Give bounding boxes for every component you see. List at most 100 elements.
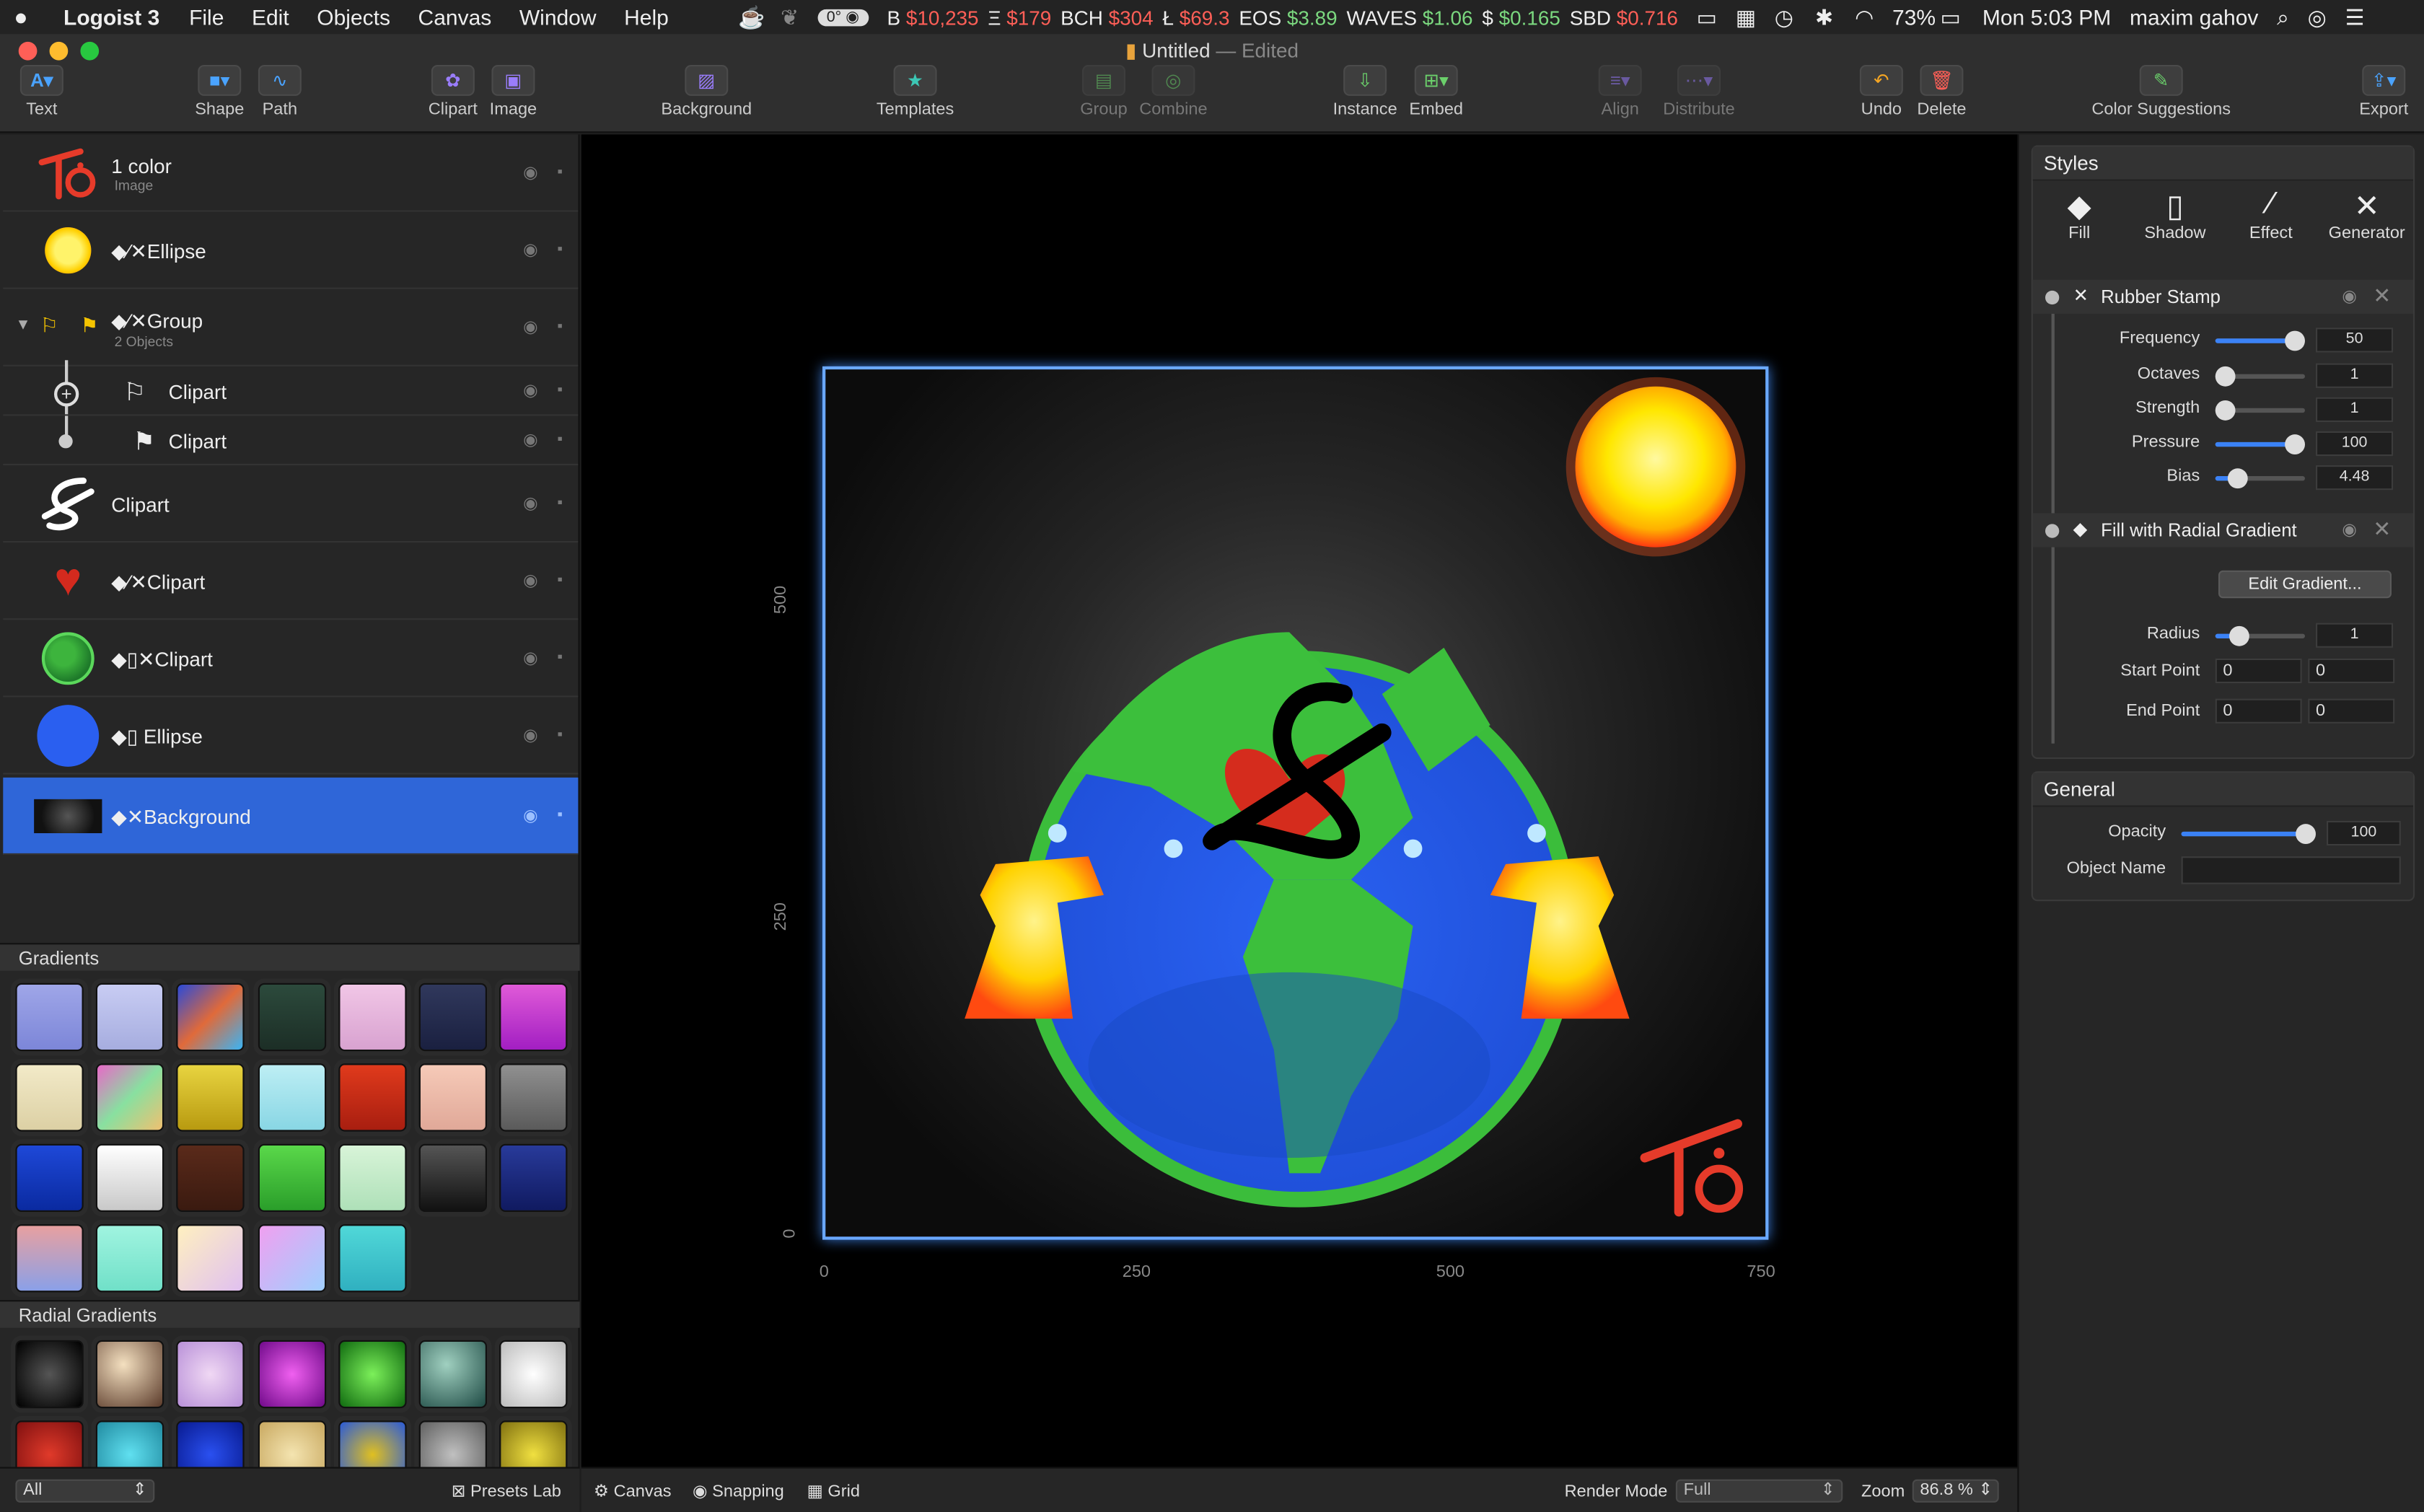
gradient-swatch[interactable] [96, 1224, 164, 1293]
slider-knob[interactable] [2285, 434, 2305, 454]
slider-knob[interactable] [2215, 400, 2236, 421]
eye-icon[interactable]: ◉ [523, 725, 538, 745]
eye-icon[interactable]: ◉ [523, 239, 538, 260]
battery-percent[interactable]: 73% [1892, 4, 1936, 29]
gradient-swatch[interactable] [15, 1224, 84, 1293]
crypto-tickers[interactable]: B $10,235 Ξ $179 BCH $304 Ł $69.3 EOS $3.89 W… [887, 6, 1687, 29]
shape-tool-button[interactable]: ■▾ Shape [188, 65, 250, 119]
notification-center-icon[interactable]: ☰ [2345, 4, 2365, 30]
radial-gradient-header[interactable]: ◆ Fill with Radial Gradient ◉ ✕ [2032, 513, 2413, 548]
spotlight-icon[interactable]: ⌕ [2277, 4, 2289, 30]
clipart-button[interactable]: ✿ Clipart [425, 65, 480, 119]
eye-icon[interactable]: ◉ [523, 493, 538, 514]
align-button[interactable]: ≡▾ Align [1589, 65, 1651, 119]
menu-canvas[interactable]: Canvas [404, 4, 505, 29]
start-point-y-field[interactable]: 0 [2308, 658, 2395, 684]
gradient-swatch[interactable] [177, 1143, 245, 1212]
gradient-swatch[interactable] [96, 1143, 164, 1212]
bias-slider[interactable] [2215, 468, 2305, 489]
layer-row-clipart-torch-2[interactable]: ⚑ Clipart ◉ ▪ [3, 416, 579, 465]
slider-knob[interactable] [2215, 366, 2236, 387]
layer-row-background[interactable]: ◆✕Background ◉ ▪ [3, 777, 579, 855]
layer-row-1-color[interactable]: 1 color Image ◉ ▪ [3, 134, 579, 212]
menu-window[interactable]: Window [506, 4, 610, 29]
gradient-swatch[interactable] [177, 983, 245, 1052]
tab-generator[interactable]: ✕ Generator [2320, 187, 2413, 243]
layer-row-ellipse-blue[interactable]: ◆▯ Ellipse ◉ ▪ [3, 697, 579, 775]
close-icon[interactable]: ✕ [2373, 283, 2391, 309]
gradient-swatch[interactable] [418, 983, 487, 1052]
gradient-swatch[interactable] [418, 1143, 487, 1212]
menu-objects[interactable]: Objects [303, 4, 404, 29]
gradient-swatch[interactable] [257, 1224, 326, 1293]
distribute-button[interactable]: ⋯▾ Distribute [1657, 65, 1741, 119]
octaves-field[interactable]: 1 [2316, 363, 2394, 388]
image-button[interactable]: ▣ Image [486, 65, 541, 119]
eye-icon[interactable]: ◉ [523, 648, 538, 668]
gradient-swatch[interactable] [96, 1063, 164, 1132]
undo-button[interactable]: ↶ Undo [1858, 65, 1905, 119]
leaf-icon[interactable]: ❦ [781, 4, 799, 30]
user-name[interactable]: maxim gahov [2130, 4, 2258, 29]
path-tool-button[interactable]: ∿ Path [257, 65, 303, 119]
lock-icon[interactable]: ▪ [557, 382, 563, 399]
gradient-swatch[interactable] [338, 1063, 407, 1132]
frequency-field[interactable]: 50 [2316, 328, 2394, 353]
eye-icon[interactable]: ◉ [2342, 286, 2357, 307]
gradient-swatch[interactable] [499, 1063, 568, 1132]
layer-row-clipart-heart[interactable]: ♥ ◆⁄✕Clipart ◉ ▪ [3, 542, 579, 620]
slider-knob[interactable] [2227, 468, 2248, 489]
embed-button[interactable]: ⊞▾ Embed [1404, 65, 1469, 119]
gradient-swatch[interactable] [15, 1063, 84, 1132]
strength-slider[interactable] [2215, 400, 2305, 421]
gradient-swatch[interactable] [418, 1063, 487, 1132]
eye-icon[interactable]: ◉ [2342, 519, 2357, 540]
render-mode-select[interactable]: Full ⇕ [1675, 1479, 1843, 1503]
tab-effect[interactable]: ⁄ Effect [2225, 187, 2318, 242]
zoom-stepper[interactable]: 86.8 % ⇕ [1912, 1479, 1999, 1503]
radius-slider[interactable] [2215, 625, 2305, 646]
export-button[interactable]: ⇪▾ Export [2353, 65, 2415, 119]
gradient-swatch[interactable] [499, 1143, 568, 1212]
radial-gradient-swatch[interactable] [96, 1340, 164, 1409]
gradient-swatch[interactable] [257, 1063, 326, 1132]
filter-select[interactable]: All ⇕ [15, 1479, 155, 1503]
background-button[interactable]: ▨ Background [657, 65, 756, 119]
eye-icon[interactable]: ◉ [523, 380, 538, 400]
window-layout-icon[interactable]: ▦ [1736, 4, 1756, 30]
app-menu[interactable]: Logoist 3 [42, 4, 175, 29]
eye-icon[interactable]: ◉ [523, 571, 538, 591]
disclosure-triangle-icon[interactable]: ▼ [15, 317, 30, 334]
radial-gradient-swatch[interactable] [15, 1340, 84, 1409]
layer-row-clipart-globe[interactable]: ◆▯✕Clipart ◉ ▪ [3, 620, 579, 698]
display-icon[interactable]: ▭ [1697, 4, 1717, 30]
menu-help[interactable]: Help [610, 4, 682, 29]
frequency-slider[interactable] [2215, 330, 2305, 351]
apple-menu-icon[interactable]: ● [0, 4, 42, 30]
tab-shadow[interactable]: ▯ Shadow [2129, 187, 2222, 243]
menu-file[interactable]: File [175, 4, 238, 29]
radius-field[interactable]: 1 [2316, 623, 2394, 648]
lock-icon[interactable]: ▪ [557, 807, 563, 825]
combine-button[interactable]: ◎ Combine [1138, 65, 1209, 119]
lock-icon[interactable]: ▪ [557, 164, 563, 181]
pressure-slider[interactable] [2215, 434, 2305, 454]
time-machine-icon[interactable]: ◷ [1775, 4, 1793, 30]
bluetooth-icon[interactable]: ✱ [1815, 4, 1833, 30]
radial-gradient-swatch[interactable] [338, 1340, 407, 1409]
lock-icon[interactable]: ▪ [557, 726, 563, 744]
gradient-swatch[interactable] [177, 1063, 245, 1132]
slider-knob[interactable] [2229, 625, 2249, 646]
object-name-field[interactable] [2181, 856, 2401, 884]
siri-icon[interactable]: ◎ [2308, 4, 2327, 30]
radial-gradient-swatch[interactable] [177, 1340, 245, 1409]
rubber-stamp-header[interactable]: ✕ Rubber Stamp ◉ ✕ [2032, 279, 2413, 314]
lock-icon[interactable]: ▪ [557, 241, 563, 258]
gradient-swatch[interactable] [338, 983, 407, 1052]
gradient-swatch[interactable] [15, 1143, 84, 1212]
group-button[interactable]: ▤ Group [1076, 65, 1131, 119]
opacity-field[interactable]: 100 [2327, 820, 2401, 846]
layer-row-ellipse-sun[interactable]: ◆⁄✕Ellipse ◉ ▪ [3, 212, 579, 289]
close-icon[interactable]: ✕ [2373, 517, 2391, 542]
canvas-area[interactable]: 500 250 0 0 250 500 750 [581, 134, 2018, 1467]
